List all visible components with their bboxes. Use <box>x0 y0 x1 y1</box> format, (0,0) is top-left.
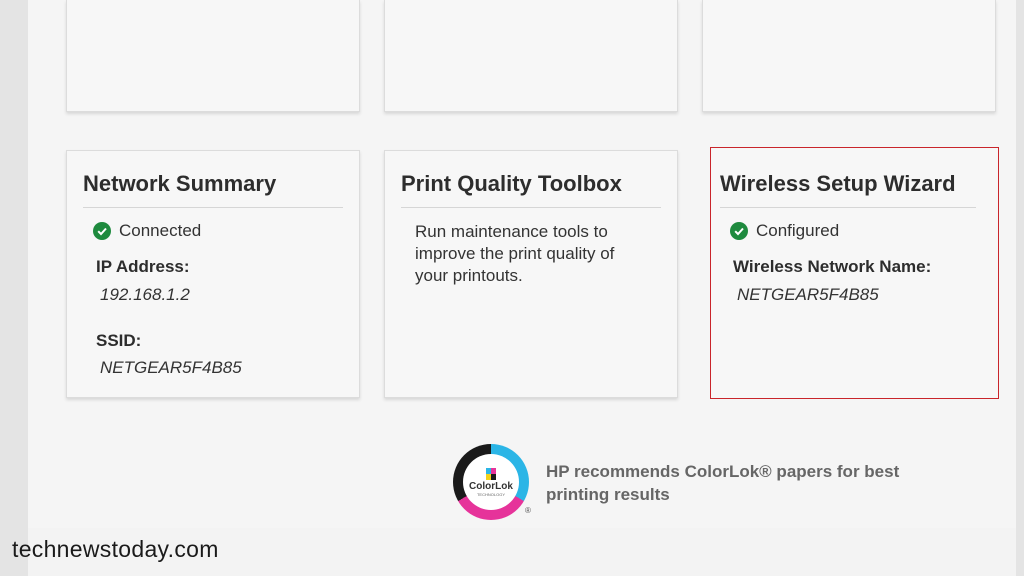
registered-mark: ® <box>525 506 531 515</box>
check-circle-icon <box>93 222 111 240</box>
check-circle-icon <box>730 222 748 240</box>
network-status-text: Connected <box>119 221 202 240</box>
site-watermark: technewstoday.com <box>12 536 219 562</box>
ip-address-value: 192.168.1.2 <box>100 285 190 304</box>
ip-address-label: IP Address: <box>96 257 190 276</box>
wireless-setup-title: Wireless Setup Wizard <box>720 171 976 208</box>
network-summary-tile[interactable]: Network Summary Connected IP Address: 19… <box>66 150 360 398</box>
network-status: Connected <box>93 221 201 241</box>
right-gutter <box>1016 0 1024 576</box>
ssid-value: NETGEAR5F4B85 <box>100 358 242 377</box>
printer-home-content: Network Summary Connected IP Address: 19… <box>28 0 1016 528</box>
network-summary-title: Network Summary <box>83 171 343 208</box>
ink-drop-icon <box>486 467 496 480</box>
recommendation-line: printing results <box>546 485 670 504</box>
ssid-label: SSID: <box>96 331 142 350</box>
wireless-status: Configured <box>730 221 839 241</box>
description-line: improve the print quality of <box>415 244 615 263</box>
colorlok-sub: TECHNOLOGY <box>476 491 505 497</box>
print-quality-description: Run maintenance tools to improve the pri… <box>415 221 614 287</box>
wireless-network-label: Wireless Network Name: <box>733 257 932 276</box>
description-line: your printouts. <box>415 266 523 285</box>
left-gutter <box>0 0 28 576</box>
colorlok-recommendation: HP recommends ColorLok® papers for best … <box>546 460 906 506</box>
print-quality-title: Print Quality Toolbox <box>401 171 661 208</box>
wireless-setup-tile[interactable]: Wireless Setup Wizard Configured Wireles… <box>710 147 999 399</box>
wireless-network-value: NETGEAR5F4B85 <box>737 285 879 304</box>
wireless-status-text: Configured <box>756 221 840 240</box>
description-line: Run maintenance tools to <box>415 222 608 241</box>
print-quality-tile[interactable]: Print Quality Toolbox Run maintenance to… <box>384 150 678 398</box>
colorlok-logo: ColorLok TECHNOLOGY <box>453 444 529 520</box>
tile-top-middle[interactable] <box>384 0 678 112</box>
tile-top-left[interactable] <box>66 0 360 112</box>
tile-top-right[interactable] <box>702 0 996 112</box>
colorlok-brand: ColorLok <box>469 480 513 492</box>
recommendation-line: HP recommends ColorLok® papers for best <box>546 462 900 481</box>
